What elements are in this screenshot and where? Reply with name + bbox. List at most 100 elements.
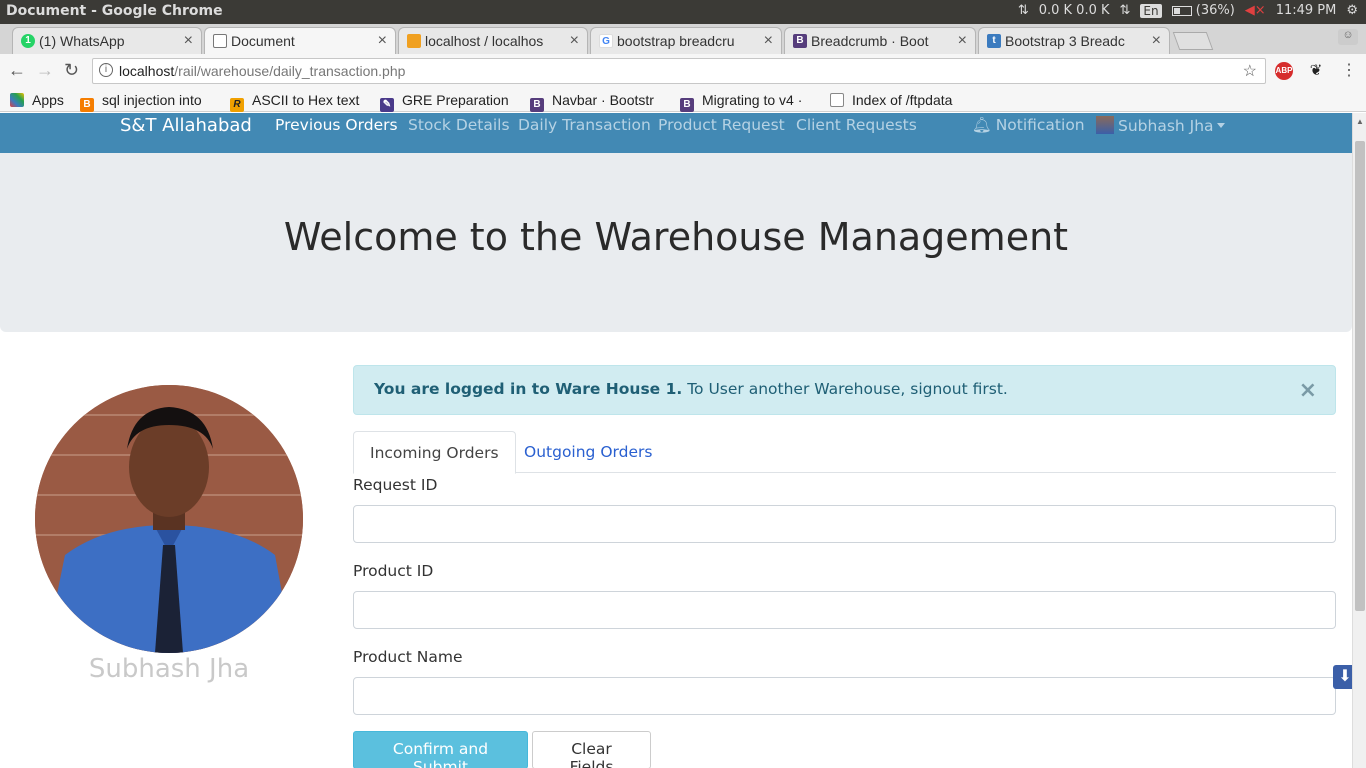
url-host: localhost xyxy=(119,63,175,79)
tab-label: (1) WhatsApp xyxy=(39,33,125,49)
os-top-bar: Document - Google Chrome ⇅ 0.0 K 0.0 K ⇅… xyxy=(0,0,1366,24)
bookmark-migrating[interactable]: B Migrating to v4 · xyxy=(680,92,820,112)
url-path: /rail/warehouse/daily_transaction.php xyxy=(174,63,406,79)
download-arrow-icon[interactable]: ⬇ xyxy=(1333,665,1352,689)
request-id-label: Request ID xyxy=(353,476,438,494)
battery-indicator[interactable]: (36%) xyxy=(1171,3,1235,18)
page-scrollbar[interactable]: ▲ xyxy=(1352,113,1366,768)
settings-gear-icon[interactable]: ⚙ xyxy=(1346,3,1358,18)
page-title: Welcome to the Warehouse Management xyxy=(283,215,1069,259)
reload-icon[interactable]: ↻ xyxy=(64,60,79,81)
keyboard-lang[interactable]: En xyxy=(1140,3,1162,18)
transfer-icon: ⇅ xyxy=(1119,3,1131,18)
forward-arrow-icon[interactable]: → xyxy=(36,60,54,81)
bookmark-label: sql injection into xyxy=(102,92,202,108)
info-icon[interactable]: i xyxy=(99,63,113,77)
net-stats: 0.0 K 0.0 K xyxy=(1038,3,1110,18)
bookmark-label: Navbar · Bootstr xyxy=(552,92,654,108)
bookmark-ftpdata[interactable]: Index of /ftpdata xyxy=(830,92,970,108)
close-tab-icon[interactable]: × xyxy=(764,32,773,50)
clear-fields-button[interactable]: Clear Fields xyxy=(532,731,651,768)
page-viewport: S&T Allahabad Previous Orders Stock Deta… xyxy=(0,113,1352,768)
tab-document[interactable]: Document × xyxy=(204,27,396,54)
bookmark-ascii-hex[interactable]: R ASCII to Hex text xyxy=(230,92,370,112)
kebab-menu-icon[interactable]: ⋮ xyxy=(1340,62,1358,80)
bootstrap-icon: B xyxy=(530,98,544,112)
blogger-icon: B xyxy=(80,98,94,112)
tab-google-search[interactable]: G bootstrap breadcru × xyxy=(590,27,782,54)
os-status-area: ⇅ 0.0 K 0.0 K ⇅ En (36%) ◀× 11:49 PM ⚙ xyxy=(1018,3,1358,18)
product-id-input[interactable] xyxy=(353,591,1336,629)
address-bar[interactable]: i localhost/rail/warehouse/daily_transac… xyxy=(92,58,1266,84)
close-icon[interactable]: × xyxy=(1299,378,1317,403)
user-name: Subhash Jha xyxy=(1118,117,1214,135)
request-id-input[interactable] xyxy=(353,505,1336,543)
bookmark-label: Apps xyxy=(32,92,64,108)
navbar-brand[interactable]: S&T Allahabad xyxy=(120,115,252,136)
new-tab-button[interactable] xyxy=(1172,32,1214,50)
nav-previous-orders[interactable]: Previous Orders xyxy=(275,116,398,134)
scroll-up-icon[interactable]: ▲ xyxy=(1356,117,1364,126)
tab-label: bootstrap breadcru xyxy=(617,33,735,49)
bookmark-label: GRE Preparation xyxy=(402,92,509,108)
info-alert: You are logged in to Ware House 1. To Us… xyxy=(353,365,1336,415)
order-tabs: Incoming Orders Outgoing Orders xyxy=(353,431,1336,474)
tab-whatsapp[interactable]: 1 (1) WhatsApp × xyxy=(12,27,202,54)
user-dropdown[interactable]: Subhash Jha xyxy=(1096,116,1225,135)
site-navbar: S&T Allahabad Previous Orders Stock Deta… xyxy=(0,113,1352,153)
r-icon: R xyxy=(230,98,244,112)
nav-daily-transaction[interactable]: Daily Transaction xyxy=(518,116,651,134)
bookmark-label: Migrating to v4 · xyxy=(702,92,803,108)
document-icon xyxy=(213,34,227,48)
clock[interactable]: 11:49 PM xyxy=(1276,3,1337,18)
bookmark-gre[interactable]: ✎ GRE Preparation xyxy=(380,92,520,112)
close-tab-icon[interactable]: × xyxy=(570,32,579,50)
window-title: Document - Google Chrome xyxy=(6,3,223,19)
close-tab-icon[interactable]: × xyxy=(958,32,967,50)
product-id-label: Product ID xyxy=(353,562,434,580)
scroll-thumb[interactable] xyxy=(1355,141,1365,611)
nav-notification[interactable]: 🔔︎ Notification xyxy=(972,116,1085,134)
adblock-icon[interactable]: ABP xyxy=(1275,62,1293,80)
bookmark-navbar[interactable]: B Navbar · Bootstr xyxy=(530,92,670,112)
jumbotron: Welcome to the Warehouse Management xyxy=(0,153,1352,332)
bell-icon: 🔔︎ xyxy=(972,116,992,134)
tab-label: Document xyxy=(231,33,295,49)
product-name-label: Product Name xyxy=(353,648,463,666)
bookmarks-bar: Apps Bsql injection into R ASCII to Hex t… xyxy=(0,88,1366,112)
bookmark-sql-injection[interactable]: Bsql injection into xyxy=(80,92,220,112)
product-name-input[interactable] xyxy=(353,677,1336,715)
alert-text: To User another Warehouse, signout first… xyxy=(682,380,1008,398)
google-icon: G xyxy=(599,34,613,48)
tab-phpmyadmin[interactable]: localhost / localhos × xyxy=(398,27,588,54)
tab-outgoing-orders[interactable]: Outgoing Orders xyxy=(508,431,668,473)
tab-bootstrap3-breadcrumb[interactable]: t Bootstrap 3 Breadc × xyxy=(978,27,1170,54)
bootstrap-icon: B xyxy=(793,34,807,48)
nav-client-requests[interactable]: Client Requests xyxy=(796,116,917,134)
battery-percent: (36%) xyxy=(1195,3,1235,18)
tab-breadcrumb-bootstrap[interactable]: B Breadcrumb · Boot × xyxy=(784,27,976,54)
close-tab-icon[interactable]: × xyxy=(1152,32,1161,50)
profile-photo xyxy=(35,385,303,653)
confirm-submit-button[interactable]: Confirm and Submit xyxy=(353,731,528,768)
avatar xyxy=(1096,116,1114,134)
browser-tab-strip: 1 (1) WhatsApp × Document × localhost / … xyxy=(0,24,1366,54)
profile-icon[interactable]: ☺ xyxy=(1338,29,1358,45)
nav-product-request[interactable]: Product Request xyxy=(658,116,785,134)
tab-label: Breadcrumb · Boot xyxy=(811,33,929,49)
apps-grid-icon xyxy=(10,93,24,107)
bookmark-label: Index of /ftpdata xyxy=(852,92,953,108)
battery-icon xyxy=(1171,5,1192,16)
close-tab-icon[interactable]: × xyxy=(184,32,193,50)
back-arrow-icon[interactable]: ← xyxy=(8,60,26,81)
tab-incoming-orders[interactable]: Incoming Orders xyxy=(353,431,516,474)
extension-paw-icon[interactable]: ❦ xyxy=(1307,62,1325,80)
nav-stock-details[interactable]: Stock Details xyxy=(408,116,510,134)
volume-muted-icon[interactable]: ◀× xyxy=(1245,3,1266,18)
close-tab-icon[interactable]: × xyxy=(378,32,387,50)
profile-photo-illustration xyxy=(35,385,303,653)
phpmyadmin-icon xyxy=(407,34,421,48)
bookmark-star-icon[interactable]: ☆ xyxy=(1243,61,1257,81)
bookmark-apps[interactable]: Apps xyxy=(10,92,64,108)
whatsapp-icon: 1 xyxy=(21,34,35,48)
